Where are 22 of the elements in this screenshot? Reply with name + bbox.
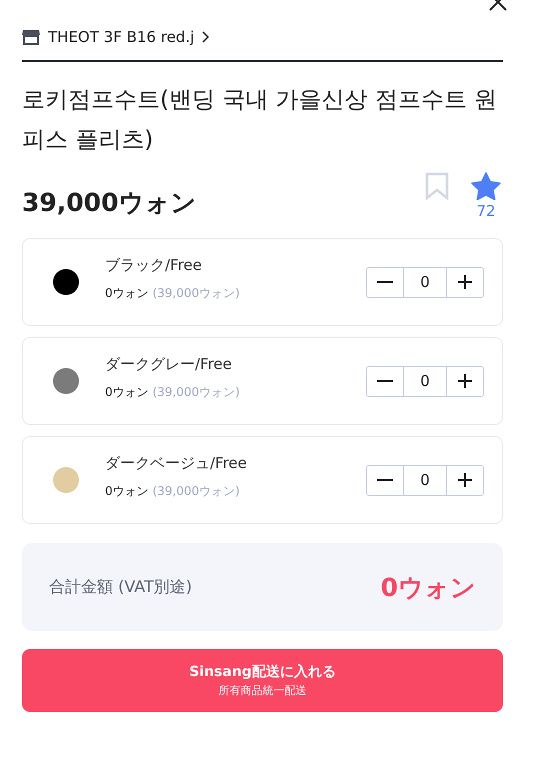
plus-icon bbox=[458, 275, 472, 289]
product-title: 로키점프수트(밴딩 국내 가을신상 점프수트 원피스 플리츠) bbox=[22, 86, 498, 155]
option-price: 0ウォン (39,000ウォン) bbox=[105, 384, 241, 401]
store-icon bbox=[22, 29, 40, 45]
chevron-right-icon[interactable] bbox=[202, 31, 210, 43]
option-name: ブラック/Free bbox=[105, 256, 203, 275]
option-price: 0ウォン (39,000ウォン) bbox=[105, 285, 241, 302]
minus-icon bbox=[377, 479, 393, 481]
option-name: ダークベージュ/Free bbox=[105, 454, 248, 473]
close-icon[interactable] bbox=[488, 0, 508, 12]
plus-icon bbox=[458, 473, 472, 487]
like-count: 72 bbox=[476, 202, 496, 220]
option-name: ダークグレー/Free bbox=[105, 355, 233, 374]
product-price: 39,000ウォン bbox=[22, 187, 196, 219]
plus-icon bbox=[458, 374, 472, 388]
minus-icon bbox=[377, 380, 393, 382]
minus-icon bbox=[377, 281, 393, 283]
store-link[interactable]: THEOT 3F B16 red.j bbox=[48, 28, 194, 46]
total-label: 合計金額 (VAT別途) bbox=[49, 576, 192, 598]
total-value: 0ウォン bbox=[380, 572, 476, 604]
star-icon[interactable] bbox=[471, 172, 501, 200]
option-price: 0ウォン (39,000ウォン) bbox=[105, 483, 241, 500]
